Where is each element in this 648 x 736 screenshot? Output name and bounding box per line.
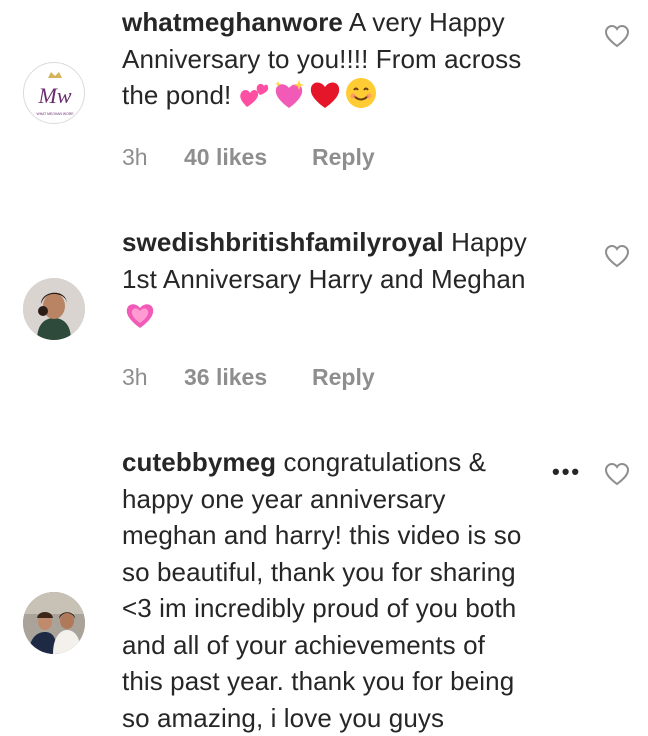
comment-text-line: and all of your achievements of (122, 629, 485, 660)
comment-text-line: congratulations & (276, 447, 487, 477)
comment-username[interactable]: whatmeghanwore (122, 7, 343, 37)
comment-text-line: the pond! (122, 80, 239, 110)
avatar-caption: WHAT MEGHAN WORE (37, 112, 75, 116)
avatar-photo-image (23, 592, 85, 654)
reply-button[interactable]: Reply (312, 364, 375, 391)
comment-text-line: Happy (443, 227, 527, 257)
comment-username[interactable]: swedishbritishfamilyroyal (122, 227, 444, 257)
smiling-face-emoji (345, 78, 376, 108)
comment-timestamp[interactable]: 3h (122, 364, 184, 391)
comment-likes[interactable]: 40 likes (184, 144, 312, 171)
avatar[interactable]: Mw WHAT MEGHAN WORE (23, 62, 85, 124)
comment-text-line: 1st Anniversary Harry and Meghan (122, 263, 526, 294)
comment-text-line: happy one year anniversary (122, 483, 446, 514)
comment-text-line: so beautiful, thank you for sharing (122, 556, 516, 587)
comment-timestamp[interactable]: 3h (122, 144, 184, 171)
comment-text: whatmeghanwore A very Happy Anniversary … (122, 4, 584, 114)
comment-text-line: meghan and harry! this video is so (122, 520, 522, 550)
avatar[interactable] (23, 278, 85, 340)
comment-item: Mw WHAT MEGHAN WORE whatmeghanwore A ver… (0, 0, 648, 200)
comment-meta: 3h 40 likes Reply (122, 144, 375, 171)
comment-text-line: Anniversary to you!!!! From across (122, 43, 522, 74)
avatar-logo-image: Mw WHAT MEGHAN WORE (37, 72, 75, 116)
comment-text-line: this past year. thank you for being (122, 666, 515, 696)
comment-item: cutebbymeg congratulations & happy one y… (0, 440, 648, 736)
two-hearts-emoji (239, 83, 268, 107)
comment-text: cutebbymeg congratulations & happy one y… (122, 444, 584, 736)
comment-text: swedishbritishfamilyroyal Happy 1st Anni… (122, 224, 584, 334)
comment-text-line: so amazing, i love you guys (122, 702, 445, 733)
reply-button[interactable]: Reply (312, 144, 375, 171)
avatar-monogram: Mw (38, 83, 72, 108)
more-options-button[interactable]: ••• (552, 459, 581, 485)
comment-likes[interactable]: 36 likes (184, 364, 312, 391)
like-heart-icon[interactable] (604, 462, 630, 486)
comment-item: swedishbritishfamilyroyal Happy 1st Anni… (0, 220, 648, 420)
comment-username[interactable]: cutebbymeg (122, 447, 276, 477)
comment-meta: 3h 36 likes Reply (122, 364, 375, 391)
comment-text-line: <3 im incredibly proud of you both (122, 593, 517, 623)
like-heart-icon[interactable] (604, 24, 630, 48)
avatar[interactable] (23, 592, 85, 654)
sparkling-heart-emoji (274, 80, 305, 108)
sparkling-heart-emoji (126, 304, 154, 328)
like-heart-icon[interactable] (604, 244, 630, 268)
red-heart-emoji (310, 82, 339, 108)
comment-text-line: A very Happy (343, 7, 505, 37)
avatar-photo-image (23, 278, 85, 340)
